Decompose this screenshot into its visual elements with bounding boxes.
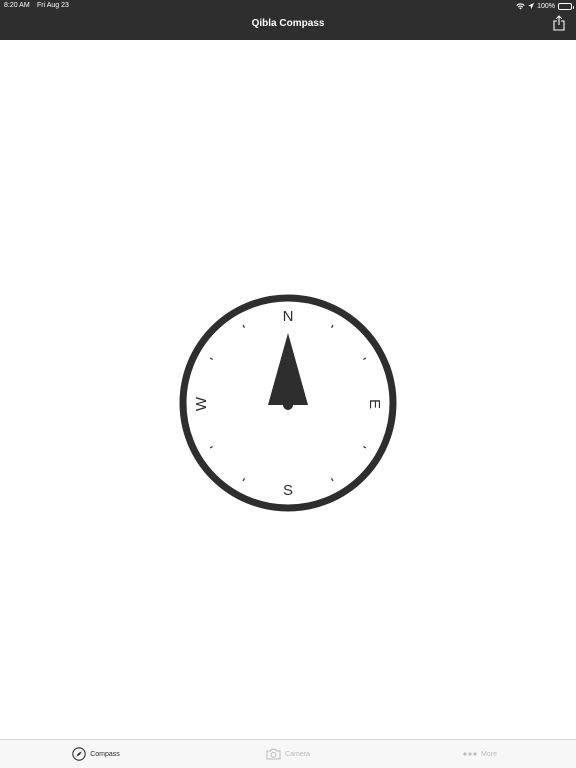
status-date: Fri Aug 23 bbox=[37, 2, 69, 9]
tab-camera-label: Camera bbox=[285, 750, 310, 758]
share-icon bbox=[553, 14, 565, 36]
status-bar: 8:20 AM Fri Aug 23 100% bbox=[0, 0, 576, 12]
battery-percent: 100% bbox=[537, 2, 555, 10]
location-arrow-icon bbox=[528, 3, 535, 9]
app-root: 8:20 AM Fri Aug 23 100% Qibla Compass N … bbox=[0, 0, 576, 768]
page-title: Qibla Compass bbox=[251, 18, 325, 29]
status-time: 8:20 AM bbox=[4, 2, 30, 9]
compass-icon bbox=[72, 747, 86, 761]
compass-label-north: N bbox=[282, 308, 294, 325]
more-dots-icon bbox=[463, 752, 477, 756]
top-bar: 8:20 AM Fri Aug 23 100% Qibla Compass bbox=[0, 0, 576, 40]
tab-compass[interactable]: Compass bbox=[0, 740, 192, 768]
compass-label-south: S bbox=[282, 482, 293, 499]
compass-label-west: W bbox=[193, 396, 210, 412]
tab-more[interactable]: More bbox=[384, 740, 576, 768]
wifi-icon bbox=[516, 2, 525, 10]
tab-camera[interactable]: Camera bbox=[192, 740, 384, 768]
share-button[interactable] bbox=[552, 14, 566, 36]
compass: N S E W bbox=[178, 293, 398, 513]
tab-more-label: More bbox=[481, 750, 497, 758]
status-right: 100% bbox=[516, 1, 574, 11]
tab-bar: Compass Camera More bbox=[0, 739, 576, 768]
compass-label-east: E bbox=[366, 398, 383, 409]
camera-icon bbox=[266, 748, 281, 760]
battery-icon bbox=[558, 2, 574, 10]
tab-compass-label: Compass bbox=[90, 750, 120, 758]
